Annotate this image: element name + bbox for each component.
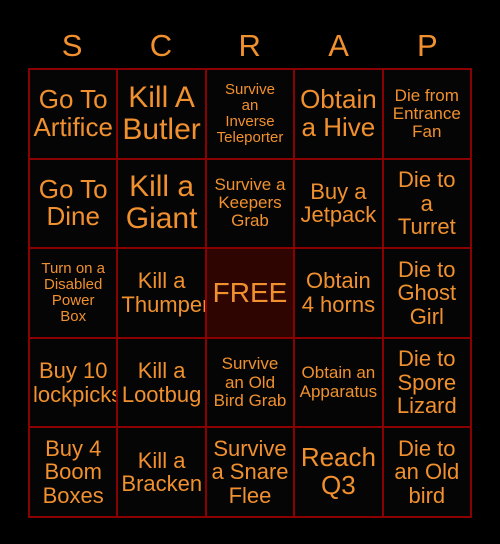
bingo-cell[interactable]: Go To Dine [30, 159, 117, 248]
bingo-cell-free[interactable]: FREE [206, 249, 294, 337]
bingo-cell[interactable]: Survive a Snare Flee [206, 428, 294, 516]
bingo-cell[interactable]: Survive an Old Bird Grab [206, 338, 294, 427]
bingo-cell[interactable]: Kill a Giant [118, 159, 205, 248]
bingo-card: SCRAP Go To Artifice Kill A Butler Survive… [0, 0, 500, 544]
bingo-cell-label: Die to Spore Lizard [396, 346, 457, 419]
bingo-cell[interactable]: Turn on a Disabled Power Box [30, 249, 117, 337]
bingo-cell[interactable]: Buy a Jetpack [295, 159, 382, 248]
bingo-header-letter-1: C [149, 27, 173, 63]
bingo-cell-label: Survive an Inverse Teleporter [216, 80, 284, 146]
bingo-cell-label: Die to Ghost Girl [397, 256, 457, 329]
bingo-header-letter-3: A [328, 27, 350, 63]
bingo-header: SCRAP [28, 22, 472, 68]
bingo-header-letter-2: R [238, 27, 262, 63]
bingo-cell-label: Obtain 4 horns [301, 268, 376, 317]
bingo-cell[interactable]: Die to Ghost Girl [383, 249, 470, 337]
bingo-header-letter-0: S [61, 27, 83, 63]
bingo-cell-label: Die to a Turret [397, 167, 456, 240]
bingo-cell[interactable]: Kill a Bracken [118, 428, 205, 516]
bingo-cell-label: Go To Dine [38, 173, 108, 232]
bingo-cell[interactable]: Die to an Old bird [383, 428, 470, 516]
bingo-cell[interactable]: Obtain a Hive [295, 70, 382, 158]
bingo-cell-label: Obtain an Apparatus [299, 363, 378, 401]
bingo-cell[interactable]: Kill A Butler [118, 70, 205, 158]
bingo-cell[interactable]: Kill a Thumper [118, 249, 205, 337]
bingo-cell[interactable]: Die to a Turret [383, 159, 470, 248]
bingo-cell-label: Buy a Jetpack [300, 178, 377, 228]
bingo-cell[interactable]: Buy 4 Boom Boxes [30, 428, 117, 516]
bingo-cell-label: FREE [212, 277, 288, 309]
bingo-cell-label: Kill a Bracken [121, 447, 203, 497]
bingo-cell-label: Turn on a Disabled Power Box [41, 259, 106, 326]
bingo-cell-label: Survive a Snare Flee [211, 435, 289, 508]
bingo-cell[interactable]: Obtain an Apparatus [295, 338, 382, 427]
bingo-cell[interactable]: Obtain 4 horns [295, 249, 382, 337]
bingo-cell-label: Kill a Lootbug [121, 358, 202, 407]
bingo-cell-label: Go To Artifice [33, 83, 113, 142]
bingo-cell-label: Survive an Old Bird Grab [213, 354, 287, 410]
bingo-cell-label: Kill a Giant [125, 170, 198, 236]
bingo-cell[interactable]: Survive a Keepers Grab [206, 159, 294, 248]
bingo-cell-label: Die to an Old bird [394, 435, 460, 508]
bingo-cell-label: Buy 4 Boom Boxes [42, 435, 104, 508]
bingo-grid: Go To Artifice Kill A Butler Survive an In… [28, 68, 472, 518]
bingo-cell[interactable]: Go To Artifice [30, 70, 117, 158]
bingo-cell-label: Die from Entrance Fan [392, 85, 461, 141]
bingo-cell[interactable]: Kill a Lootbug [118, 338, 205, 427]
bingo-cell-label: Kill A Butler [122, 80, 201, 146]
bingo-cell[interactable]: Die from Entrance Fan [383, 70, 470, 158]
bingo-cell-label: Reach Q3 [300, 442, 376, 501]
bingo-header-letter-4: P [416, 27, 439, 63]
bingo-cell[interactable]: Die to Spore Lizard [383, 338, 470, 427]
bingo-cell-label: Obtain a Hive [300, 83, 377, 142]
bingo-cell[interactable]: Reach Q3 [295, 428, 382, 516]
bingo-cell-label: Kill a Thumper [121, 268, 205, 317]
bingo-cell-label: Buy 10 lockpicks [33, 358, 117, 407]
bingo-cell-label: Survive a Keepers Grab [214, 175, 286, 231]
bingo-cell[interactable]: Buy 10 lockpicks [30, 338, 117, 427]
bingo-cell[interactable]: Survive an Inverse Teleporter [206, 70, 294, 158]
